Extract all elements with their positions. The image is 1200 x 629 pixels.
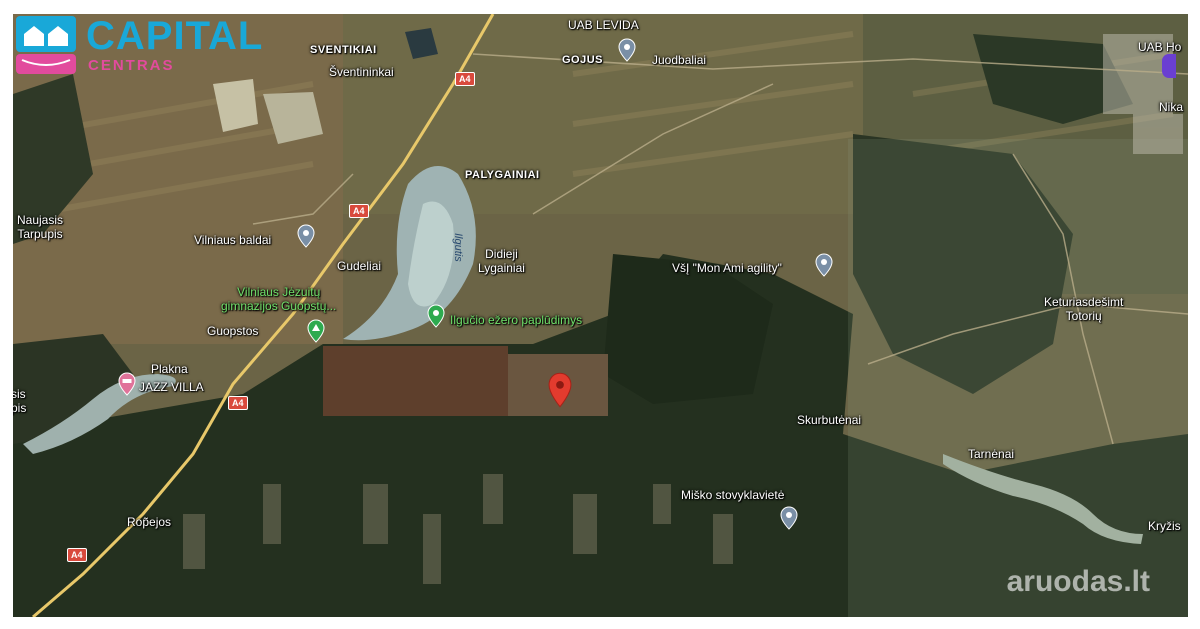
place-label-gudeliai: Gudeliai	[337, 259, 382, 273]
map-pin-icon[interactable]	[779, 506, 799, 530]
side-handle[interactable]	[1162, 54, 1176, 78]
place-label-jezuitu-gimnazija[interactable]: Vilniaus Jėzuitų gimnazijos Guopstų...	[221, 285, 336, 313]
road-shield-a4: A4	[67, 548, 87, 562]
target-marker-icon[interactable]	[547, 372, 573, 408]
map-pin-icon[interactable]	[617, 38, 637, 62]
place-label-ropejos: Rop̃ejos	[127, 515, 172, 529]
place-label-jazz-villa[interactable]: JAZZ VILLA	[139, 380, 204, 394]
place-label-uab-levida[interactable]: UAB LEVIDA	[568, 18, 639, 32]
watermark-aruodas: aruodas.lt	[1006, 565, 1150, 598]
place-label-plakna: Plakna	[151, 362, 188, 376]
campsite-icon[interactable]	[306, 319, 326, 343]
capital-centras-logo: CAPITAL CENTRAS	[14, 14, 274, 76]
place-label-guopstos: Guopstos	[207, 324, 259, 338]
place-label-sventikiai: SVENTIKIAI	[310, 44, 377, 56]
place-label-uab-ho[interactable]: UAB Ho	[1138, 40, 1181, 54]
logo-sub-text: CENTRAS	[88, 57, 175, 74]
logo-house-icon	[16, 16, 76, 74]
place-label-didieji-lygainiai: Didieji Lygainiai	[478, 247, 525, 275]
place-label-kryzis: Kryžis	[1148, 519, 1181, 533]
place-label-tarnenai: Tarnėnai	[968, 447, 1015, 461]
place-label-nika: Nika	[1159, 100, 1184, 114]
road-shield-a4: A4	[455, 72, 475, 86]
place-label-gojus: GOJUS	[562, 54, 604, 66]
lake-label-ilgutis: Ilgutis	[452, 233, 464, 262]
map-terrain	[13, 14, 1188, 617]
place-label-palygainiai: PALYGAINIAI	[465, 169, 540, 181]
place-label-juodbaliai: Juodbaliai	[652, 53, 707, 67]
place-label-mon-ami-agility[interactable]: VšĮ "Mon Ami agility"	[672, 261, 782, 275]
map-pin-icon[interactable]	[296, 224, 316, 248]
logo-brand-text: CAPITAL	[86, 14, 264, 58]
satellite-map[interactable]: A4 A4 A4 A4 UAB LEVIDA SVENTIKIAI GOJUS …	[13, 14, 1188, 617]
place-label-misko-stovyklaviete[interactable]: Miško stovyklavietė	[681, 488, 784, 502]
road-shield-a4: A4	[349, 204, 369, 218]
place-label-sventininkai: Šventininkai	[329, 65, 394, 79]
road-shield-a4: A4	[228, 396, 248, 410]
place-label-keturiasdesimt-totoriu: Keturiasdešimt Totorių	[1044, 295, 1124, 323]
place-label-skurbutenai: Skurbutėnai	[797, 413, 862, 427]
green-pin-icon[interactable]	[426, 304, 446, 328]
place-label-vilniaus-baldai[interactable]: Vilniaus baldai	[194, 233, 271, 247]
hotel-icon[interactable]	[117, 372, 137, 396]
place-label-edge-cut: sis pis	[13, 387, 27, 415]
place-label-ilgucio-papludimys[interactable]: Ilgučio ežero paplūdimys	[450, 313, 582, 327]
place-label-naujasis-tarpupis: Naujasis Tarpupis	[17, 213, 64, 241]
map-pin-icon[interactable]	[814, 253, 834, 277]
